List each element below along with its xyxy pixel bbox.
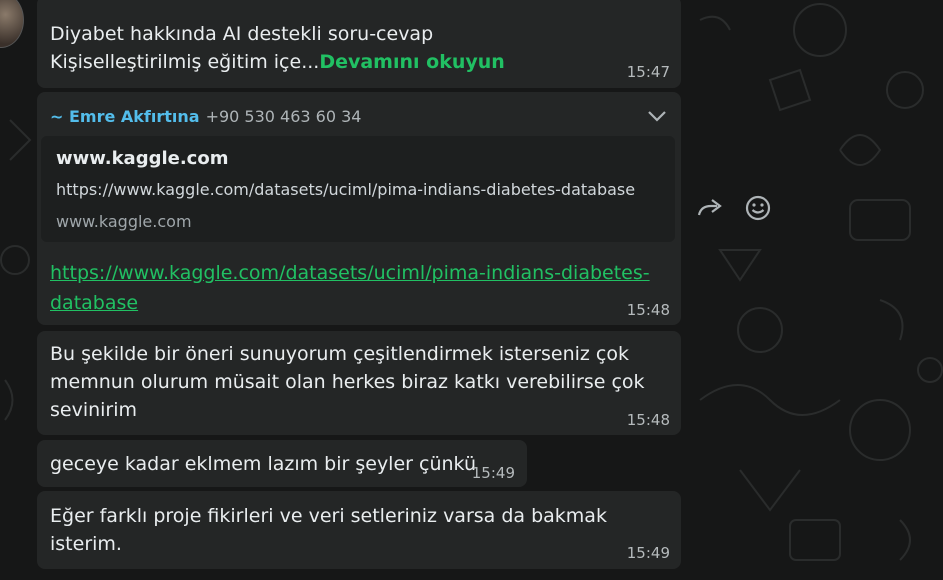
message-time: 15:47 (626, 63, 670, 81)
message-time: 15:48 (626, 301, 670, 319)
sender-avatar[interactable] (0, 0, 24, 48)
message-1-line-2: Kişiselleştirilmiş eğitim içe... (50, 51, 320, 73)
link-preview-description: https://www.kaggle.com/datasets/uciml/pi… (56, 180, 636, 199)
message-1-line-1: Diyabet hakkında AI destekli soru-cevap (50, 23, 434, 45)
sender-name[interactable]: ~ Emre Akfırtına (50, 107, 200, 126)
message-3-line-3: sevinirim (50, 399, 138, 421)
chevron-down-icon[interactable] (645, 104, 669, 128)
message-3-line-1: Bu şekilde bir öneri sunuyorum çeşitlend… (50, 343, 629, 365)
message-bubble-2[interactable]: ~ Emre Akfırtına +90 530 463 60 34 www.ka… (37, 92, 681, 325)
emoji-icon[interactable] (745, 195, 771, 221)
read-more-link[interactable]: Devamını okuyun (319, 51, 504, 73)
message-url-line-1[interactable]: https://www.kaggle.com/datasets/uciml/pi… (50, 258, 650, 288)
message-time: 15:48 (626, 411, 670, 429)
message-bubble-5[interactable]: Eğer farklı proje fikirleri ve veri setl… (37, 491, 681, 569)
sender-phone: +90 530 463 60 34 (205, 107, 362, 126)
link-preview-domain: www.kaggle.com (56, 212, 192, 231)
message-bubble-4[interactable]: geceye kadar eklmem lazım bir şeyler çün… (37, 440, 527, 487)
message-bubble-3[interactable]: Bu şekilde bir öneri sunuyorum çeşitlend… (37, 331, 681, 435)
message-bubble-1[interactable]: Diyabet hakkında AI destekli soru-cevap … (37, 0, 681, 88)
message-time: 15:49 (626, 544, 670, 562)
message-url-line-2[interactable]: database (50, 288, 650, 318)
message-time: 15:49 (471, 464, 515, 482)
message-5-text: Eğer farklı proje fikirleri ve veri setl… (50, 505, 607, 555)
message-3-line-2: memnun olurum müsait olan herkes biraz k… (50, 371, 645, 393)
link-preview-title: www.kaggle.com (56, 148, 229, 169)
link-preview[interactable]: www.kaggle.com https://www.kaggle.com/da… (41, 136, 675, 242)
forward-icon[interactable] (696, 196, 724, 220)
message-4-text: geceye kadar eklmem lazım bir şeyler çün… (50, 453, 476, 475)
